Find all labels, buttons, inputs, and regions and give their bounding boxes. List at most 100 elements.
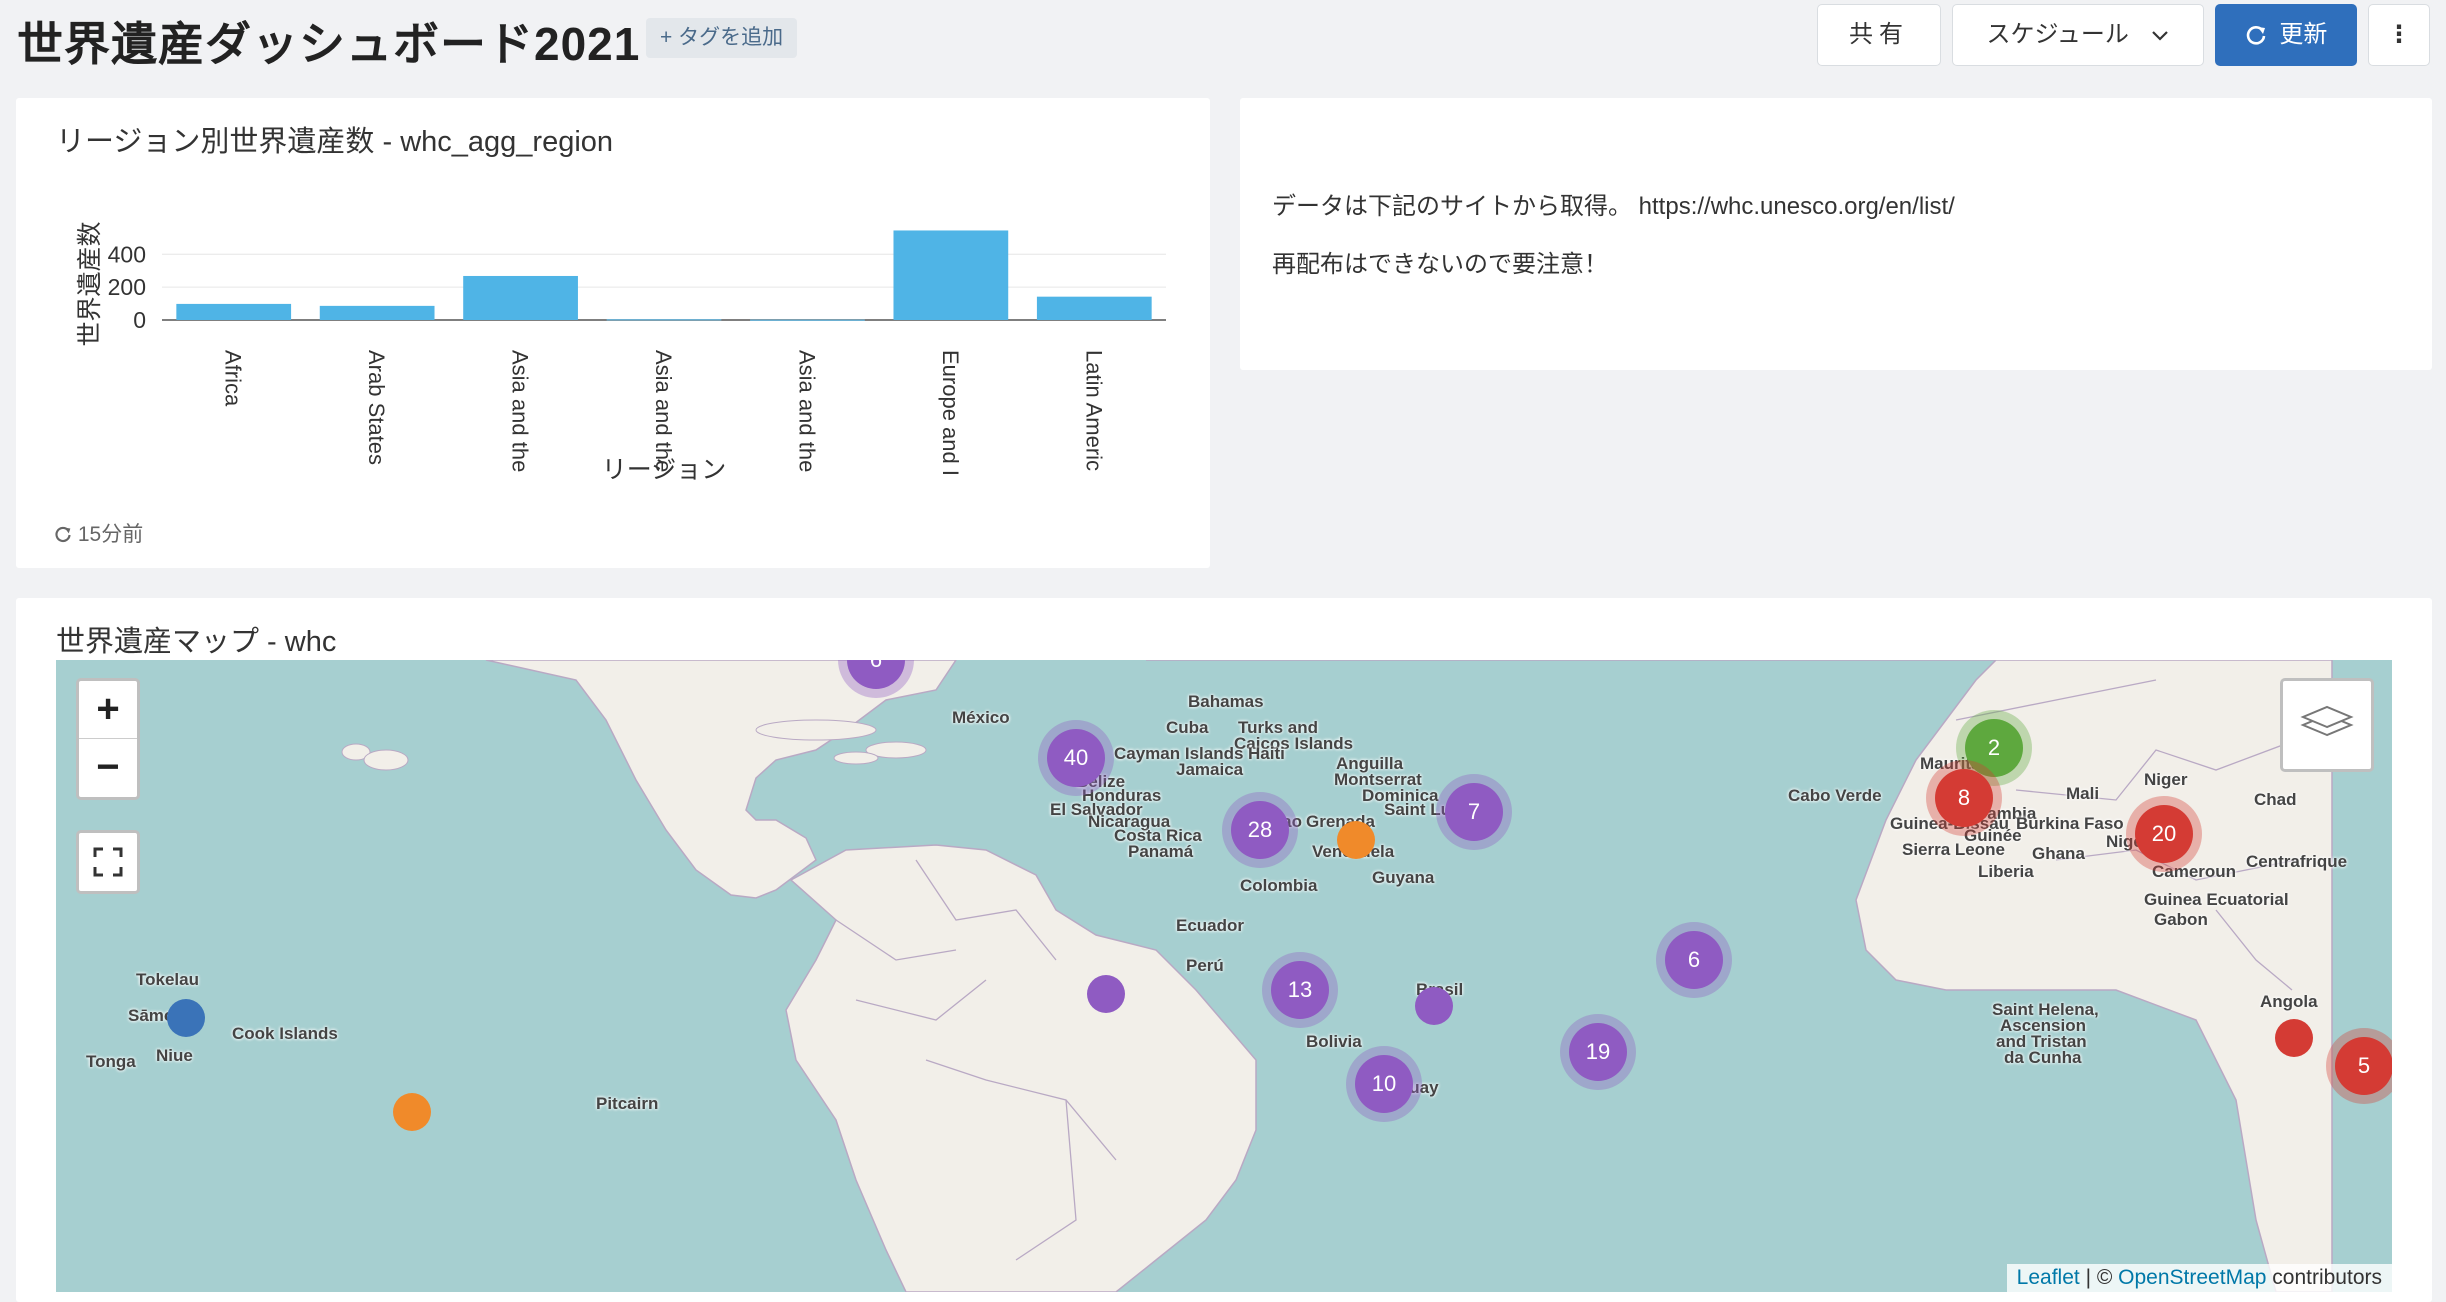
leaflet-link[interactable]: Leaflet <box>2017 1266 2080 1289</box>
map-place-label: Burkina Faso <box>2016 814 2124 833</box>
text-widget-line-source: データは下記のサイトから取得。 https://whc.unesco.org/e… <box>1272 193 1955 220</box>
map-place-label: Niger <box>2144 770 2188 789</box>
map-place-label: Haiti <box>1248 744 1285 763</box>
x-tick-label: Arab States <box>364 350 389 465</box>
marker-cluster[interactable]: 28 <box>1222 792 1298 868</box>
map-place-label: Colombia <box>1240 876 1318 895</box>
refresh-status: 15分前 <box>54 518 143 548</box>
x-tick-label: Asia and the <box>651 350 676 472</box>
map-place-label: Cuba <box>1166 718 1209 737</box>
cluster-count: 40 <box>1047 729 1105 787</box>
map-place-label: Angola <box>2260 992 2318 1011</box>
site-marker[interactable] <box>393 1093 431 1131</box>
y-tick-label: 400 <box>108 241 146 267</box>
map-place-label: Mali <box>2066 784 2100 803</box>
map-place-label: Chad <box>2254 790 2297 809</box>
zoom-in-button[interactable]: + <box>79 681 137 739</box>
x-tick-label: Asia and the <box>508 350 533 472</box>
x-tick-label: Asia and the <box>794 350 819 472</box>
refresh-time: 15分前 <box>77 523 144 546</box>
schedule-button[interactable]: スケジュール <box>1952 4 2204 66</box>
openstreetmap-link[interactable]: OpenStreetMap <box>2118 1266 2266 1289</box>
cluster-count: 10 <box>1355 1055 1413 1113</box>
chart-widget: リージョン別世界遺産数 - whc_agg_region 0 200 400 Afri… <box>16 98 1210 568</box>
map-place-label: Jamaica <box>1176 760 1244 779</box>
marker-cluster[interactable]: 5 <box>2326 1028 2392 1104</box>
refresh-label: 更新 <box>2279 21 2328 48</box>
bar <box>750 319 865 321</box>
dashboard-header: 世界遺産ダッシュボード2021 + タグを追加 共有 スケジュール 更新 ⋮ <box>0 0 2446 80</box>
map-place-label: Ghana <box>2032 844 2085 863</box>
map-place-label: Bahamas <box>1188 692 1264 711</box>
y-tick-label: 0 <box>133 307 146 333</box>
map-widget: 世界遺産マップ - whc México Bahamas Cuba Turks … <box>16 598 2432 1302</box>
y-axis-label: 世界遺産数 <box>76 221 104 346</box>
cluster-count: 20 <box>2135 805 2193 863</box>
map-place-label: Gabon <box>2154 910 2208 929</box>
cluster-count: 5 <box>2335 1037 2392 1095</box>
world-heritage-map[interactable]: México Bahamas Cuba Turks and Caicos Islands… <box>56 660 2392 1292</box>
map-place-label: Cabo Verde <box>1788 786 1882 805</box>
map-place-label: Panamá <box>1128 842 1194 861</box>
layers-button[interactable] <box>2280 678 2374 772</box>
map-place-label: da Cunha <box>2004 1048 2082 1067</box>
marker-cluster[interactable]: 7 <box>1436 774 1512 850</box>
marker-cluster[interactable]: 40 <box>1038 720 1114 796</box>
marker-cluster[interactable]: 8 <box>1926 760 2002 836</box>
map-place-label: Sierra Leone <box>1902 840 2005 859</box>
map-place-label: Liberia <box>1978 862 2034 881</box>
map-place-label: Niue <box>156 1046 193 1065</box>
cluster-count: 6 <box>1665 931 1723 989</box>
site-marker[interactable] <box>2275 1019 2313 1057</box>
map-place-label: Guyana <box>1372 868 1435 887</box>
add-tag-button[interactable]: + タグを追加 <box>646 18 798 58</box>
land-masses <box>485 660 2333 1292</box>
map-widget-title: 世界遺産マップ - whc <box>56 626 337 658</box>
bar-chart: 0 200 400 Africa Arab States Asia and the Asia… <box>76 221 1166 484</box>
map-place-label: Tokelau <box>136 970 199 989</box>
marker-cluster[interactable]: 19 <box>1560 1014 1636 1090</box>
bar <box>463 275 578 320</box>
x-tick-label: Latin Americ <box>1081 350 1106 471</box>
bar <box>319 305 435 320</box>
page-title: 世界遺産ダッシュボード2021 <box>17 18 641 70</box>
cluster-count: 19 <box>1569 1023 1627 1081</box>
y-tick-label: 200 <box>108 274 146 300</box>
bar <box>606 319 722 321</box>
map-place-label: Pitcairn <box>596 1094 659 1113</box>
map-attribution: Leaflet | © OpenStreetMap contributors <box>2006 1264 2392 1292</box>
map-place-label: Perú <box>1186 956 1224 975</box>
refresh-icon <box>2246 25 2265 45</box>
cluster-count: 28 <box>1231 801 1289 859</box>
marker-cluster[interactable]: 6 <box>1656 922 1732 998</box>
more-menu-button[interactable]: ⋮ <box>2368 4 2430 66</box>
marker-cluster[interactable]: 10 <box>1346 1046 1422 1122</box>
marker-cluster[interactable]: 13 <box>1262 952 1338 1028</box>
schedule-label: スケジュール <box>1986 21 2129 48</box>
x-tick-label: Europe and I <box>938 350 963 476</box>
bar <box>1036 296 1152 320</box>
site-marker[interactable] <box>1337 821 1375 859</box>
cluster-count: 8 <box>1935 769 1993 827</box>
attribution-separator: | © <box>2079 1266 2119 1289</box>
cluster-count: 13 <box>1271 961 1329 1019</box>
map-place-label: Cook Islands <box>232 1024 338 1043</box>
refresh-icon <box>55 527 71 543</box>
fullscreen-icon <box>93 847 123 877</box>
zoom-out-button[interactable]: − <box>79 739 137 797</box>
zoom-control: + − <box>76 678 140 800</box>
map-place-label: Bolivia <box>1306 1032 1362 1051</box>
map-place-label: Tonga <box>86 1052 136 1071</box>
share-button[interactable]: 共有 <box>1817 4 1941 66</box>
layers-icon <box>2300 705 2354 737</box>
bar <box>893 230 1009 320</box>
site-marker[interactable] <box>1415 987 1453 1025</box>
site-marker[interactable] <box>1087 975 1125 1013</box>
site-marker[interactable] <box>167 999 205 1037</box>
cluster-count: 6 <box>847 660 905 689</box>
fullscreen-button[interactable] <box>76 830 140 894</box>
marker-cluster[interactable]: 20 <box>2126 796 2202 872</box>
refresh-button[interactable]: 更新 <box>2215 4 2357 66</box>
map-place-label: México <box>952 708 1010 727</box>
chevron-down-icon <box>2151 30 2168 41</box>
